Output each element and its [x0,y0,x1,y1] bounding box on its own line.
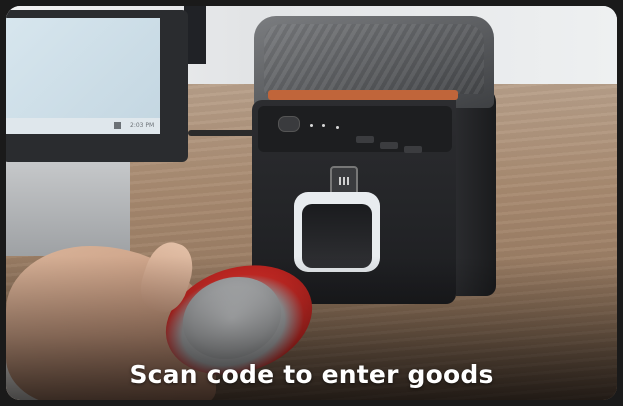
status-led [322,124,325,127]
status-led [310,124,313,127]
caption-text: Scan code to enter goods [129,360,494,389]
printer-top-texture [264,24,484,94]
monitor: 2:03 PM [6,10,188,162]
cable [188,130,258,136]
status-led [336,126,339,129]
printer-paper-slot [268,90,458,100]
windows-logo-icon [114,122,121,129]
monitor-screen [6,18,160,134]
printer-key [404,146,422,153]
monitor-clock: 2:03 PM [130,122,155,129]
product-photo-card: 2:03 PM Scan code to enter goods [6,6,617,400]
printer-key [356,136,374,143]
printer-key [380,142,398,149]
monitor-stand [6,156,130,256]
power-knob [278,116,300,132]
